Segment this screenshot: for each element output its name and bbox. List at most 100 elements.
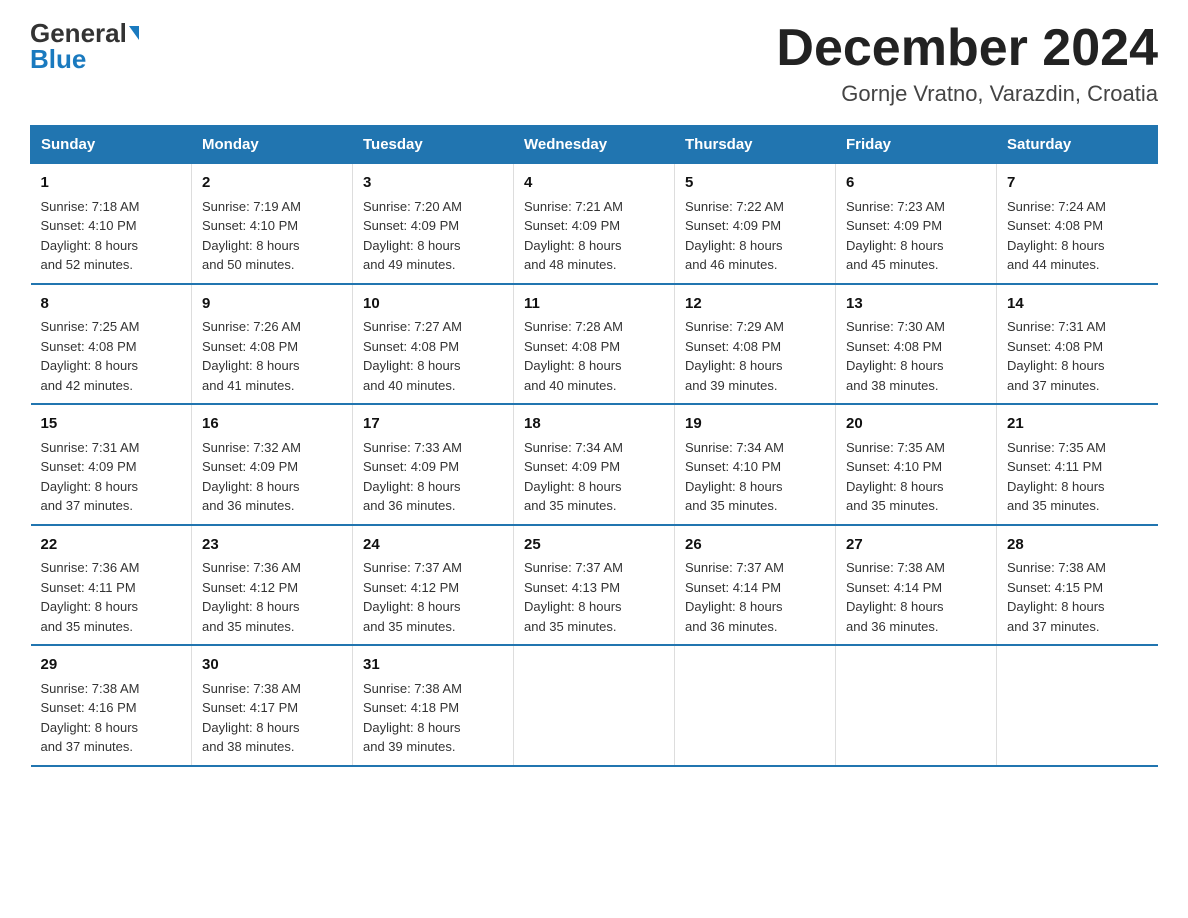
calendar-cell: 29Sunrise: 7:38 AMSunset: 4:16 PMDayligh… <box>31 645 192 766</box>
day-info: Sunrise: 7:30 AMSunset: 4:08 PMDaylight:… <box>846 317 986 395</box>
day-info: Sunrise: 7:27 AMSunset: 4:08 PMDaylight:… <box>363 317 503 395</box>
day-number: 9 <box>202 293 342 316</box>
calendar-cell: 9Sunrise: 7:26 AMSunset: 4:08 PMDaylight… <box>192 284 353 405</box>
day-info: Sunrise: 7:36 AMSunset: 4:12 PMDaylight:… <box>202 558 342 636</box>
calendar-cell: 31Sunrise: 7:38 AMSunset: 4:18 PMDayligh… <box>353 645 514 766</box>
day-number: 10 <box>363 293 503 316</box>
day-info: Sunrise: 7:21 AMSunset: 4:09 PMDaylight:… <box>524 197 664 275</box>
calendar-cell: 5Sunrise: 7:22 AMSunset: 4:09 PMDaylight… <box>675 164 836 284</box>
day-number: 2 <box>202 172 342 195</box>
day-number: 3 <box>363 172 503 195</box>
calendar-week-row: 8Sunrise: 7:25 AMSunset: 4:08 PMDaylight… <box>31 284 1158 405</box>
calendar-cell <box>997 645 1158 766</box>
calendar-cell: 2Sunrise: 7:19 AMSunset: 4:10 PMDaylight… <box>192 164 353 284</box>
calendar-table: SundayMondayTuesdayWednesdayThursdayFrid… <box>30 125 1158 767</box>
day-info: Sunrise: 7:35 AMSunset: 4:10 PMDaylight:… <box>846 438 986 516</box>
day-number: 25 <box>524 534 664 557</box>
day-number: 27 <box>846 534 986 557</box>
calendar-cell: 17Sunrise: 7:33 AMSunset: 4:09 PMDayligh… <box>353 404 514 525</box>
day-number: 7 <box>1007 172 1148 195</box>
day-info: Sunrise: 7:37 AMSunset: 4:12 PMDaylight:… <box>363 558 503 636</box>
calendar-cell: 12Sunrise: 7:29 AMSunset: 4:08 PMDayligh… <box>675 284 836 405</box>
calendar-cell: 26Sunrise: 7:37 AMSunset: 4:14 PMDayligh… <box>675 525 836 646</box>
calendar-cell: 20Sunrise: 7:35 AMSunset: 4:10 PMDayligh… <box>836 404 997 525</box>
calendar-cell: 4Sunrise: 7:21 AMSunset: 4:09 PMDaylight… <box>514 164 675 284</box>
page-header: General Blue December 2024 Gornje Vratno… <box>30 20 1158 107</box>
page-title: December 2024 <box>776 20 1158 77</box>
day-number: 11 <box>524 293 664 316</box>
day-info: Sunrise: 7:31 AMSunset: 4:08 PMDaylight:… <box>1007 317 1148 395</box>
day-number: 16 <box>202 413 342 436</box>
day-number: 8 <box>41 293 182 316</box>
logo-general-text: General <box>30 20 127 46</box>
calendar-cell: 25Sunrise: 7:37 AMSunset: 4:13 PMDayligh… <box>514 525 675 646</box>
page-subtitle: Gornje Vratno, Varazdin, Croatia <box>776 81 1158 107</box>
day-number: 31 <box>363 654 503 677</box>
header-wednesday: Wednesday <box>514 126 675 164</box>
calendar-cell: 21Sunrise: 7:35 AMSunset: 4:11 PMDayligh… <box>997 404 1158 525</box>
calendar-week-row: 29Sunrise: 7:38 AMSunset: 4:16 PMDayligh… <box>31 645 1158 766</box>
day-number: 17 <box>363 413 503 436</box>
calendar-cell: 10Sunrise: 7:27 AMSunset: 4:08 PMDayligh… <box>353 284 514 405</box>
calendar-cell: 27Sunrise: 7:38 AMSunset: 4:14 PMDayligh… <box>836 525 997 646</box>
header-sunday: Sunday <box>31 126 192 164</box>
day-info: Sunrise: 7:24 AMSunset: 4:08 PMDaylight:… <box>1007 197 1148 275</box>
day-number: 13 <box>846 293 986 316</box>
calendar-cell: 15Sunrise: 7:31 AMSunset: 4:09 PMDayligh… <box>31 404 192 525</box>
day-info: Sunrise: 7:28 AMSunset: 4:08 PMDaylight:… <box>524 317 664 395</box>
day-number: 26 <box>685 534 825 557</box>
day-info: Sunrise: 7:20 AMSunset: 4:09 PMDaylight:… <box>363 197 503 275</box>
calendar-cell: 19Sunrise: 7:34 AMSunset: 4:10 PMDayligh… <box>675 404 836 525</box>
day-info: Sunrise: 7:38 AMSunset: 4:15 PMDaylight:… <box>1007 558 1148 636</box>
day-number: 6 <box>846 172 986 195</box>
day-info: Sunrise: 7:34 AMSunset: 4:10 PMDaylight:… <box>685 438 825 516</box>
logo-blue-text: Blue <box>30 46 86 72</box>
logo: General Blue <box>30 20 139 72</box>
calendar-week-row: 1Sunrise: 7:18 AMSunset: 4:10 PMDaylight… <box>31 164 1158 284</box>
day-number: 20 <box>846 413 986 436</box>
calendar-week-row: 15Sunrise: 7:31 AMSunset: 4:09 PMDayligh… <box>31 404 1158 525</box>
calendar-cell: 1Sunrise: 7:18 AMSunset: 4:10 PMDaylight… <box>31 164 192 284</box>
header-saturday: Saturday <box>997 126 1158 164</box>
day-info: Sunrise: 7:22 AMSunset: 4:09 PMDaylight:… <box>685 197 825 275</box>
day-number: 12 <box>685 293 825 316</box>
day-number: 30 <box>202 654 342 677</box>
title-block: December 2024 Gornje Vratno, Varazdin, C… <box>776 20 1158 107</box>
calendar-cell: 30Sunrise: 7:38 AMSunset: 4:17 PMDayligh… <box>192 645 353 766</box>
header-tuesday: Tuesday <box>353 126 514 164</box>
calendar-cell: 16Sunrise: 7:32 AMSunset: 4:09 PMDayligh… <box>192 404 353 525</box>
calendar-cell: 23Sunrise: 7:36 AMSunset: 4:12 PMDayligh… <box>192 525 353 646</box>
calendar-cell: 11Sunrise: 7:28 AMSunset: 4:08 PMDayligh… <box>514 284 675 405</box>
calendar-cell: 22Sunrise: 7:36 AMSunset: 4:11 PMDayligh… <box>31 525 192 646</box>
calendar-cell <box>514 645 675 766</box>
day-info: Sunrise: 7:37 AMSunset: 4:14 PMDaylight:… <box>685 558 825 636</box>
day-number: 19 <box>685 413 825 436</box>
day-info: Sunrise: 7:26 AMSunset: 4:08 PMDaylight:… <box>202 317 342 395</box>
day-info: Sunrise: 7:33 AMSunset: 4:09 PMDaylight:… <box>363 438 503 516</box>
day-info: Sunrise: 7:29 AMSunset: 4:08 PMDaylight:… <box>685 317 825 395</box>
calendar-cell: 28Sunrise: 7:38 AMSunset: 4:15 PMDayligh… <box>997 525 1158 646</box>
day-info: Sunrise: 7:25 AMSunset: 4:08 PMDaylight:… <box>41 317 182 395</box>
day-number: 14 <box>1007 293 1148 316</box>
day-info: Sunrise: 7:35 AMSunset: 4:11 PMDaylight:… <box>1007 438 1148 516</box>
calendar-week-row: 22Sunrise: 7:36 AMSunset: 4:11 PMDayligh… <box>31 525 1158 646</box>
day-info: Sunrise: 7:37 AMSunset: 4:13 PMDaylight:… <box>524 558 664 636</box>
calendar-cell: 7Sunrise: 7:24 AMSunset: 4:08 PMDaylight… <box>997 164 1158 284</box>
day-number: 28 <box>1007 534 1148 557</box>
calendar-cell: 6Sunrise: 7:23 AMSunset: 4:09 PMDaylight… <box>836 164 997 284</box>
logo-triangle-icon <box>129 26 139 40</box>
calendar-cell <box>675 645 836 766</box>
day-number: 23 <box>202 534 342 557</box>
day-info: Sunrise: 7:32 AMSunset: 4:09 PMDaylight:… <box>202 438 342 516</box>
day-info: Sunrise: 7:23 AMSunset: 4:09 PMDaylight:… <box>846 197 986 275</box>
day-info: Sunrise: 7:34 AMSunset: 4:09 PMDaylight:… <box>524 438 664 516</box>
day-number: 21 <box>1007 413 1148 436</box>
calendar-cell: 8Sunrise: 7:25 AMSunset: 4:08 PMDaylight… <box>31 284 192 405</box>
day-info: Sunrise: 7:31 AMSunset: 4:09 PMDaylight:… <box>41 438 182 516</box>
calendar-cell: 24Sunrise: 7:37 AMSunset: 4:12 PMDayligh… <box>353 525 514 646</box>
calendar-cell <box>836 645 997 766</box>
day-info: Sunrise: 7:19 AMSunset: 4:10 PMDaylight:… <box>202 197 342 275</box>
day-info: Sunrise: 7:38 AMSunset: 4:18 PMDaylight:… <box>363 679 503 757</box>
day-number: 1 <box>41 172 182 195</box>
day-number: 18 <box>524 413 664 436</box>
